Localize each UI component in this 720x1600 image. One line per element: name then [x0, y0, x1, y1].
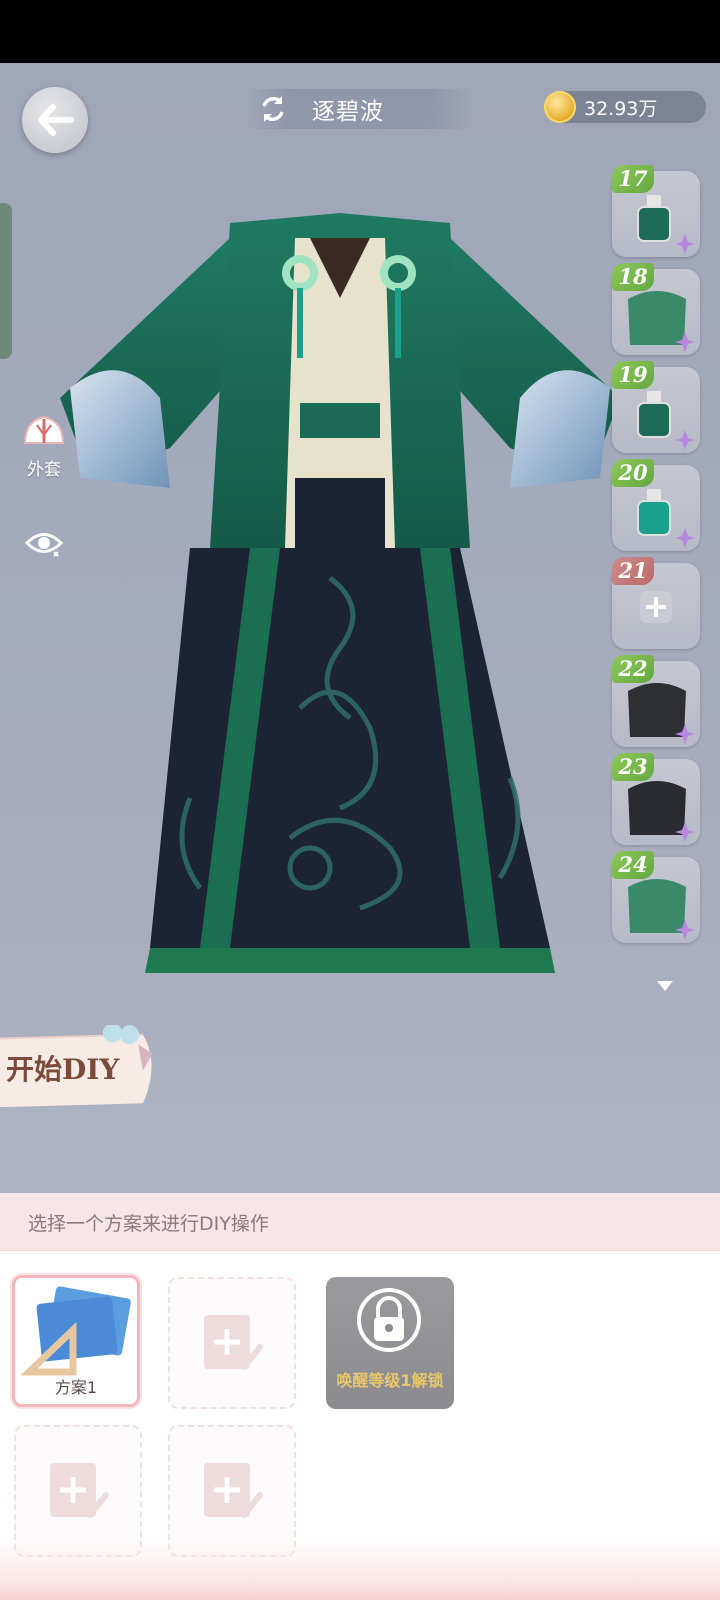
item-slot-19[interactable]: 19 [612, 361, 700, 453]
refresh-icon[interactable] [258, 94, 288, 124]
flower-badge-icon [675, 724, 695, 744]
start-diy-label: 开始DIY [6, 1053, 120, 1086]
blueprint-icon [21, 1286, 131, 1376]
scroll-down-icon[interactable] [656, 980, 674, 992]
panel-header: 选择一个方案来进行DIY操作 [0, 1193, 720, 1251]
panel-hint: 选择一个方案来进行DIY操作 [28, 1213, 269, 1235]
item-slot-18[interactable]: 18 [612, 263, 700, 355]
item-number: 17 [612, 165, 654, 193]
flower-badge-icon [675, 332, 695, 352]
garment-preview [60, 213, 620, 973]
nail-polish-icon [637, 391, 671, 438]
nail-polish-icon [637, 489, 671, 536]
item-slot-23[interactable]: 23 [612, 753, 700, 845]
plan-card-2[interactable] [168, 1277, 296, 1409]
plan-card-locked[interactable]: 唤醒等级1解锁 [326, 1277, 454, 1409]
item-slot-17[interactable]: 17 [612, 165, 700, 257]
item-slot-21[interactable]: 21 [612, 557, 700, 649]
lock-icon [357, 1288, 421, 1352]
plan-name: 方案1 [54, 1378, 98, 1397]
nail-polish-icon [637, 195, 671, 242]
plan-card-4[interactable] [14, 1425, 142, 1557]
item-number: 19 [612, 361, 654, 389]
add-plan-icon [204, 1463, 263, 1518]
coin-icon [544, 91, 576, 123]
status-bar [0, 0, 720, 63]
plan-panel: 选择一个方案来进行DIY操作 方案1 唤醒等级1解锁 [0, 1193, 720, 1600]
flower-badge-icon [675, 528, 695, 548]
item-slot-20[interactable]: 20 [612, 459, 700, 551]
left-drawer-tab[interactable] [0, 203, 12, 359]
outfit-name: 逐碧波 [312, 99, 384, 125]
add-plan-icon [204, 1315, 263, 1370]
item-number: 20 [612, 459, 654, 487]
panel-bottom-decoration [0, 1540, 720, 1600]
flower-badge-icon [675, 920, 695, 940]
plan-card-5[interactable] [168, 1425, 296, 1557]
flower-badge-icon [675, 234, 695, 254]
flower-badge-icon [675, 430, 695, 450]
item-slot-24[interactable]: 24 [612, 851, 700, 943]
back-arrow-icon [38, 104, 74, 136]
dressing-stage: 逐碧波 32.93万 外套 17 18 19 20 21 22 23 24 开始… [0, 63, 720, 1193]
outfit-title-bar: 逐碧波 [244, 89, 474, 129]
coin-amount: 32.93万 [584, 97, 658, 120]
add-plan-icon [50, 1463, 109, 1518]
item-slot-22[interactable]: 22 [612, 655, 700, 747]
coin-balance[interactable]: 32.93万 [544, 91, 706, 123]
unlock-requirement: 唤醒等级1解锁 [336, 1371, 444, 1390]
plus-icon [640, 591, 672, 623]
back-button[interactable] [22, 87, 88, 153]
flower-badge-icon [675, 822, 695, 842]
item-number: 21 [612, 557, 654, 585]
plan-card-1[interactable]: 方案1 [12, 1275, 140, 1407]
